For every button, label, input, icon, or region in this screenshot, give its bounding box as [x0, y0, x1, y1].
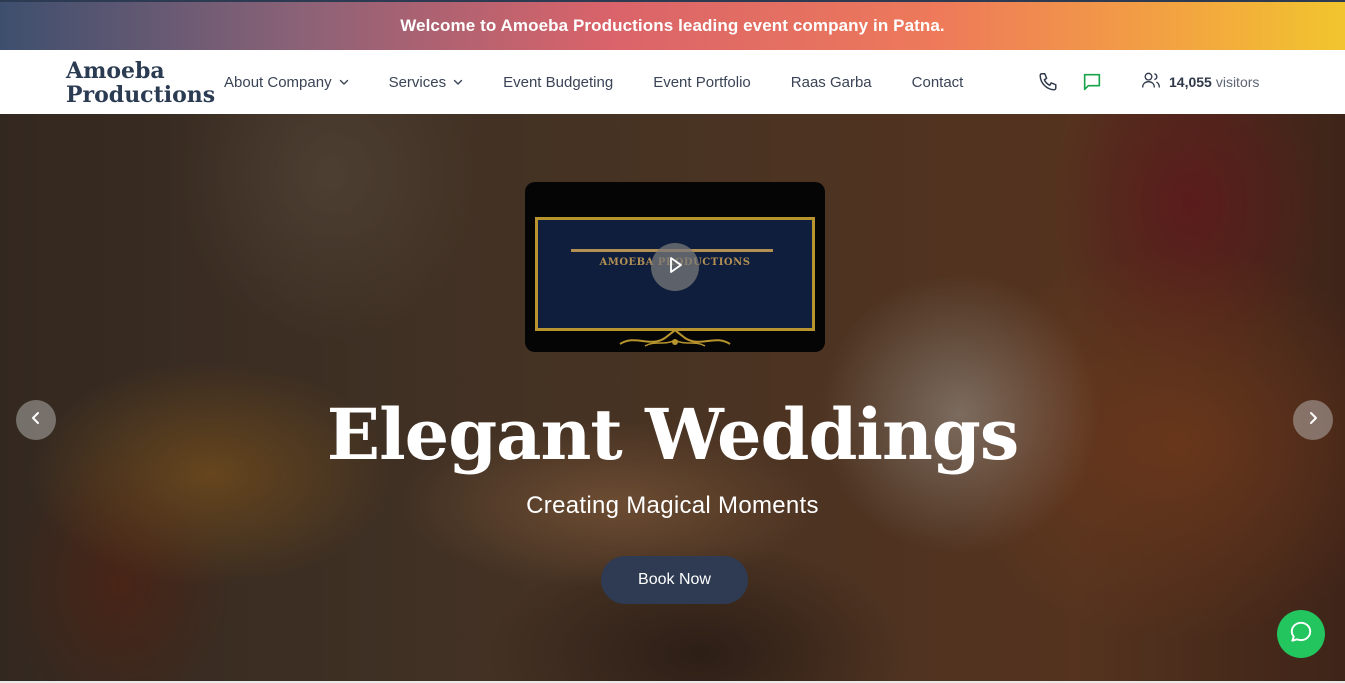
nav-item-contact[interactable]: Contact — [912, 74, 964, 91]
ornament-decoration — [619, 328, 731, 347]
nav-menu: About Company Services Event Budgeting E… — [224, 50, 1003, 114]
nav-item-raas-garba[interactable]: Raas Garba — [791, 74, 872, 91]
nav-item-label: About Company — [224, 73, 332, 91]
nav-item-about-company[interactable]: About Company — [224, 74, 349, 91]
nav-item-event-budgeting[interactable]: Event Budgeting — [503, 74, 613, 91]
nav-item-label: Raas Garba — [790, 73, 872, 91]
play-button[interactable] — [651, 243, 699, 291]
logo-line-1: Amoeba — [66, 58, 165, 84]
visitor-counter: 14,055 visitors — [1141, 71, 1259, 93]
navbar: Amoeba Productions About Company Service… — [0, 50, 1345, 114]
users-icon — [1141, 70, 1161, 95]
phone-icon[interactable] — [1037, 71, 1059, 93]
chevron-down-icon — [339, 77, 349, 87]
nav-item-label: Contact — [911, 73, 964, 91]
play-icon — [665, 255, 685, 280]
message-icon[interactable] — [1081, 71, 1103, 93]
hero-slider: AMOEBA PRODUCTIONS Elegant Weddings Crea… — [0, 114, 1345, 681]
nav-item-label: Services — [388, 73, 447, 91]
top-banner: Welcome to Amoeba Productions leading ev… — [0, 0, 1345, 50]
logo-line-2: Productions — [66, 82, 216, 108]
promo-video[interactable]: AMOEBA PRODUCTIONS — [525, 182, 825, 352]
nav-item-services[interactable]: Services — [389, 74, 464, 91]
whatsapp-chat-button[interactable] — [1277, 610, 1325, 658]
site-logo[interactable]: Amoeba Productions — [66, 58, 216, 108]
hero-subtitle: Creating Magical Moments — [526, 492, 819, 519]
visitor-label: visitors — [1215, 74, 1260, 90]
visitor-count: 14,055 — [1169, 74, 1212, 90]
hero-title: Elegant Weddings — [326, 393, 1020, 476]
book-now-button[interactable]: Book Now — [601, 556, 748, 604]
nav-item-event-portfolio[interactable]: Event Portfolio — [653, 74, 751, 91]
nav-item-label: Event Budgeting — [503, 73, 614, 91]
nav-item-label: Event Portfolio — [653, 73, 751, 91]
banner-text: Welcome to Amoeba Productions leading ev… — [400, 16, 945, 35]
chevron-down-icon — [453, 77, 463, 87]
chat-bubble-icon — [1288, 619, 1314, 650]
